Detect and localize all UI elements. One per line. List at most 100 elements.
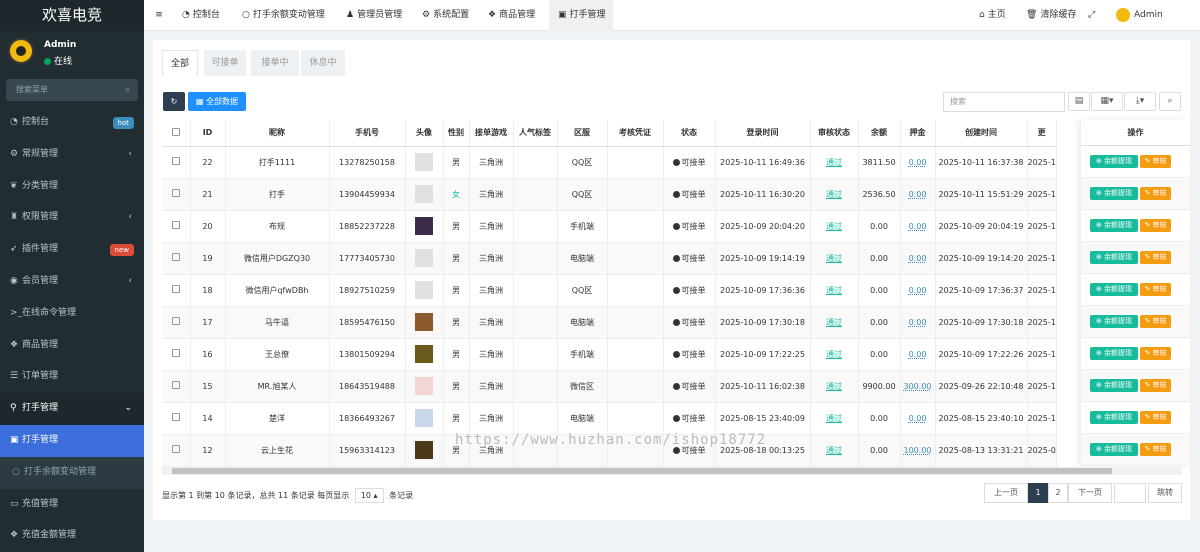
- avatar[interactable]: [415, 249, 433, 267]
- row-checkbox[interactable]: [162, 370, 191, 403]
- sidebar-item[interactable]: ▣ 打手管理: [0, 424, 144, 457]
- column-header[interactable]: 考核凭证: [607, 120, 664, 147]
- column-header[interactable]: 状态: [663, 120, 716, 147]
- export-dropdown-icon[interactable]: ⤓▾: [1124, 92, 1156, 111]
- cell-audit[interactable]: 通过: [826, 158, 842, 167]
- withdraw-button[interactable]: ⊕ 余额提现: [1090, 251, 1138, 264]
- audit-button[interactable]: ✎ 审核: [1140, 315, 1171, 328]
- cell-deposit[interactable]: 300.00: [904, 382, 932, 391]
- table-row[interactable]: 15 MR.旭某人 18643519488 男 三角洲 微信区 可接单 2025-10-11 …: [162, 370, 1057, 403]
- filter-tab-working[interactable]: 接单中: [251, 50, 299, 76]
- cell-audit[interactable]: 通过: [826, 190, 842, 199]
- sidebar-item[interactable]: ○ 打手余额变动管理: [0, 456, 144, 489]
- jump-page-input[interactable]: [1114, 483, 1146, 503]
- cell-deposit[interactable]: 0.00: [909, 158, 927, 167]
- cell-deposit[interactable]: 0.00: [909, 254, 927, 263]
- avatar[interactable]: [415, 217, 433, 235]
- sidebar-item[interactable]: ☰ 订单管理: [0, 361, 144, 393]
- table-row[interactable]: 20 布规 18852237228 男 三角洲 手机端 可接单 2025-10-09 20:0…: [162, 210, 1057, 243]
- tab-balance-change[interactable]: ○ 打手余额变动管理: [242, 0, 325, 31]
- row-checkbox[interactable]: [162, 146, 191, 179]
- refresh-button[interactable]: ↻: [163, 92, 185, 111]
- cell-deposit[interactable]: 0.00: [909, 414, 927, 423]
- audit-button[interactable]: ✎ 审核: [1140, 443, 1171, 456]
- scrollbar-thumb[interactable]: [172, 468, 1112, 474]
- cell-deposit[interactable]: 0.00: [909, 190, 927, 199]
- table-row[interactable]: 17 马牛逼 18595476150 男 三角洲 电脑端 可接单 2025-10-09 17:…: [162, 306, 1057, 339]
- sidebar-item[interactable]: ◉ 会员管理 ‹: [0, 266, 144, 298]
- search-icon[interactable]: ⌕: [126, 79, 130, 101]
- avatar[interactable]: [415, 153, 433, 171]
- sidebar-item[interactable]: ⚲ 打手管理 ⌄: [0, 393, 144, 425]
- table-row[interactable]: 18 微信用户qfwDBh 18927510259 男三角洲 QQ区 可接单 2025-10…: [162, 274, 1057, 307]
- tab-system-config[interactable]: ⚙ 系统配置: [422, 0, 469, 31]
- sidebar-item[interactable]: ♜ 权限管理 ‹: [0, 202, 144, 234]
- column-header[interactable]: 区服: [557, 120, 608, 147]
- fullscreen-icon[interactable]: ⤢: [1088, 0, 1095, 31]
- columns-dropdown-icon[interactable]: ▦▾: [1091, 92, 1123, 111]
- row-checkbox[interactable]: [162, 242, 191, 275]
- cell-deposit[interactable]: 0.00: [909, 350, 927, 359]
- withdraw-button[interactable]: ⊕ 余额提现: [1090, 187, 1138, 200]
- column-header[interactable]: 审核状态: [810, 120, 859, 147]
- tab-goods-manage[interactable]: ❖ 商品管理: [488, 0, 535, 31]
- sidebar-item[interactable]: ⚙ 常规管理 ‹: [0, 139, 144, 171]
- table-search-input[interactable]: 搜索: [943, 92, 1065, 112]
- audit-button[interactable]: ✎ 审核: [1140, 379, 1171, 392]
- table-row[interactable]: 14 楚洋 18366493267 男 三角洲 电脑端 可接单 2025-08-15 23:4…: [162, 402, 1057, 435]
- audit-button[interactable]: ✎ 审核: [1140, 219, 1171, 232]
- avatar[interactable]: [415, 313, 433, 331]
- audit-button[interactable]: ✎ 审核: [1140, 155, 1171, 168]
- withdraw-button[interactable]: ⊕ 余额提现: [1090, 219, 1138, 232]
- filter-tab-available[interactable]: 可接单: [204, 50, 246, 76]
- avatar[interactable]: [415, 377, 433, 395]
- column-header[interactable]: 押金: [900, 120, 936, 147]
- sidebar-item[interactable]: ➶ 插件管理 new: [0, 234, 144, 266]
- cell-audit[interactable]: 通过: [826, 382, 842, 391]
- table-row[interactable]: 16 王总僚 13801509294 男 三角洲 手机端 可接单 2025-10-09 17:…: [162, 338, 1057, 371]
- sidebar-item[interactable]: >_在线命令管理: [0, 298, 144, 330]
- audit-button[interactable]: ✎ 审核: [1140, 187, 1171, 200]
- audit-button[interactable]: ✎ 审核: [1140, 283, 1171, 296]
- next-page-button[interactable]: 下一页: [1068, 483, 1112, 503]
- withdraw-button[interactable]: ⊕ 余额提现: [1090, 315, 1138, 328]
- menu-search-input[interactable]: 搜索菜单 ⌕: [6, 79, 138, 101]
- sidebar-item[interactable]: ❦ 分类管理: [0, 171, 144, 203]
- cell-deposit[interactable]: 0.00: [909, 318, 927, 327]
- audit-button[interactable]: ✎ 审核: [1140, 251, 1171, 264]
- table-row[interactable]: 19 微信用户DGZQ30 17773405730 男三角洲 电脑端 可接单 2025-10…: [162, 242, 1057, 275]
- cell-deposit[interactable]: 100.00: [904, 446, 932, 455]
- row-checkbox[interactable]: [162, 306, 191, 339]
- table-row[interactable]: 21 打手 13904459934 女 三角洲 QQ区 可接单 2025-10-11 16:3…: [162, 178, 1057, 211]
- sidebar-item[interactable]: ▭ 充值管理: [0, 489, 144, 521]
- cell-audit[interactable]: 通过: [826, 446, 842, 455]
- filter-tab-resting[interactable]: 休息中: [301, 50, 345, 76]
- column-header[interactable]: 头像: [405, 120, 444, 147]
- row-checkbox[interactable]: [162, 402, 191, 435]
- sidebar-item[interactable]: ❖ 充值金额管理: [0, 520, 144, 552]
- select-all-checkbox[interactable]: [162, 120, 191, 147]
- audit-button[interactable]: ✎ 审核: [1140, 347, 1171, 360]
- table-row[interactable]: 22 打手1111 13278250158 男 三角洲 QQ区 可接单 2025-10-11 …: [162, 146, 1057, 179]
- tab-admin-manage[interactable]: ♟ 管理员管理: [346, 0, 402, 31]
- menu-toggle-icon[interactable]: ≡: [152, 0, 166, 31]
- cell-audit[interactable]: 通过: [826, 318, 842, 327]
- row-checkbox[interactable]: [162, 210, 191, 243]
- sidebar-item[interactable]: ◔ 控制台 hot: [0, 107, 144, 139]
- column-header[interactable]: ID: [190, 120, 226, 147]
- avatar[interactable]: [415, 441, 433, 459]
- avatar[interactable]: [415, 409, 433, 427]
- column-header[interactable]: 接单游戏: [469, 120, 514, 147]
- home-link[interactable]: ⌂ 主页: [979, 0, 1006, 31]
- withdraw-button[interactable]: ⊕ 余额提现: [1090, 347, 1138, 360]
- row-checkbox[interactable]: [162, 338, 191, 371]
- all-data-button[interactable]: ▦ 全部数据: [188, 92, 246, 111]
- cell-deposit[interactable]: 0.00: [909, 222, 927, 231]
- column-header[interactable]: 登录时间: [715, 120, 811, 147]
- column-header[interactable]: 人气标签: [513, 120, 558, 147]
- cell-deposit[interactable]: 0.00: [909, 286, 927, 295]
- column-header[interactable]: 更: [1027, 120, 1057, 147]
- page-1-button[interactable]: 1: [1028, 483, 1048, 503]
- withdraw-button[interactable]: ⊕ 余额提现: [1090, 443, 1138, 456]
- cell-audit[interactable]: 通过: [826, 222, 842, 231]
